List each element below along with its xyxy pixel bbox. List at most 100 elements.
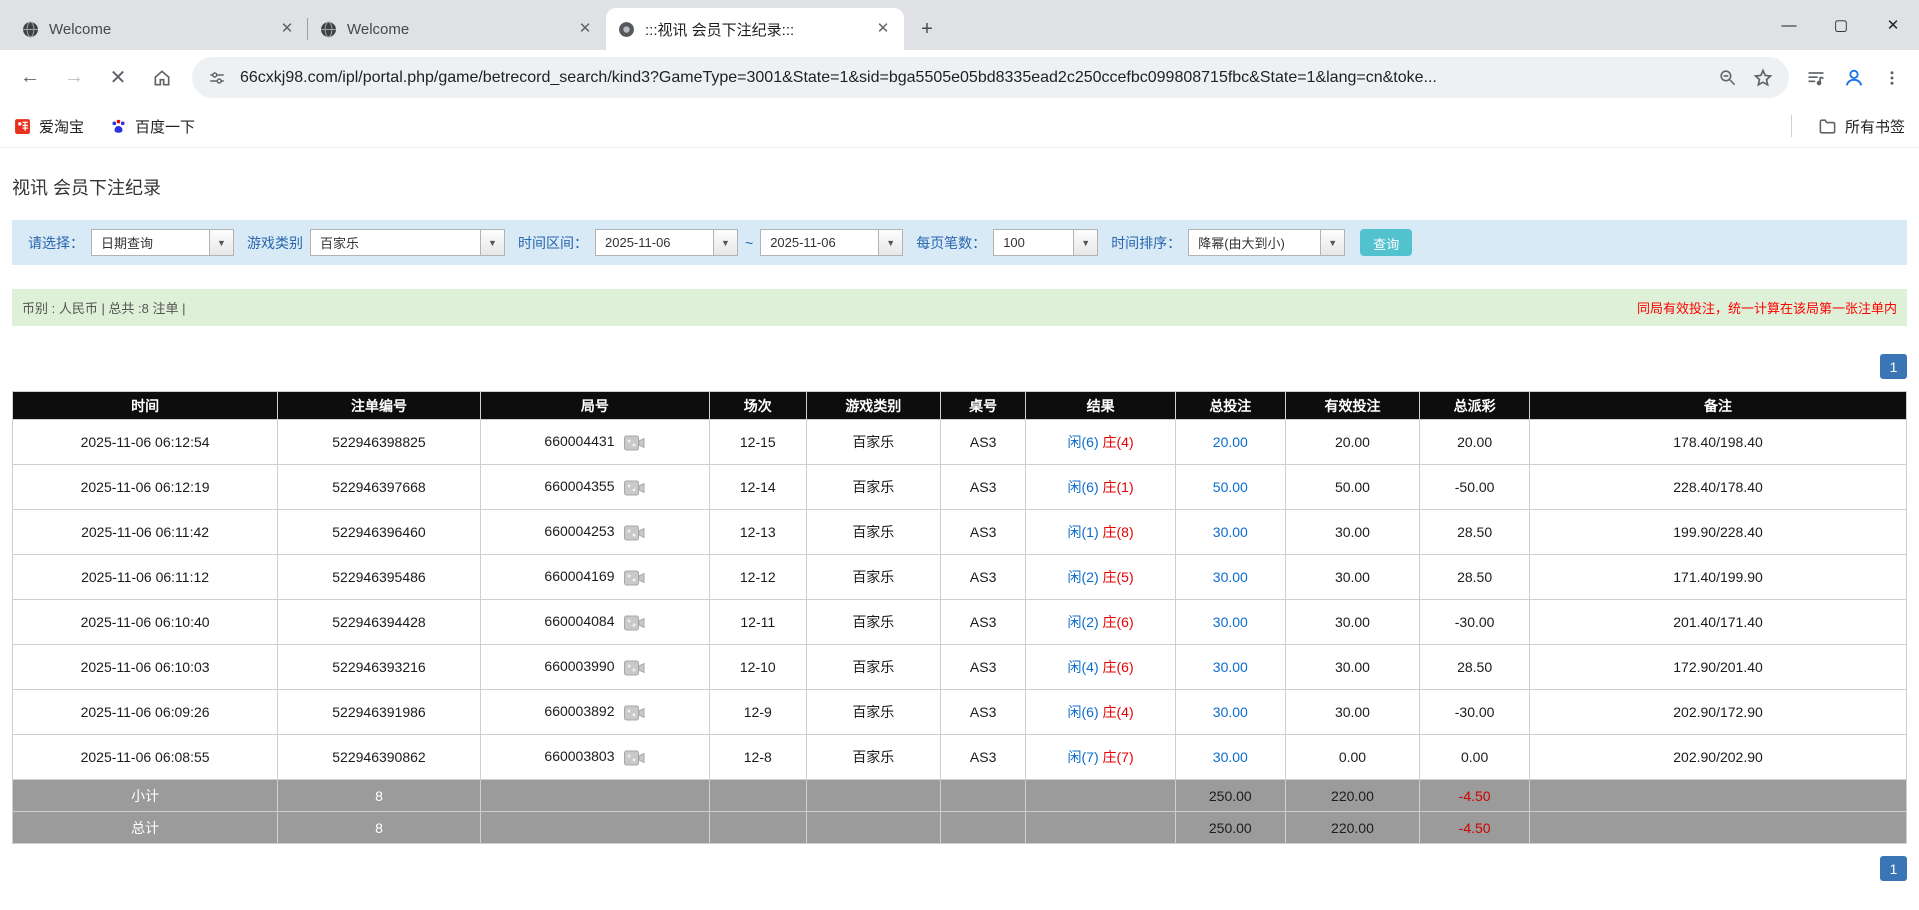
menu-dots-icon[interactable] [1875,61,1909,95]
chevron-down-icon[interactable]: ▼ [480,229,505,256]
zoom-icon[interactable] [1715,66,1739,90]
tab-close-icon[interactable]: ✕ [276,18,298,40]
search-button[interactable]: 查询 [1360,229,1412,256]
forward-icon[interactable]: → [54,58,94,98]
grand-total-total-bet: 250.00 [1175,812,1285,844]
round-number: 660003892 [544,703,614,719]
cell-note: 228.40/178.40 [1530,465,1907,510]
total-bet-link[interactable]: 30.00 [1213,524,1248,540]
address-bar[interactable]: 66cxkj98.com/ipl/portal.php/game/betreco… [192,57,1789,98]
round-number: 660004084 [544,613,614,629]
cell-note: 202.90/202.90 [1530,735,1907,780]
game-type-label: 游戏类别 [247,233,303,253]
page-content: 视讯 会员下注纪录 请选择： 日期查询 ▼ 游戏类别 百家乐 ▼ 时间区间： 2… [0,174,1919,881]
close-button[interactable]: ✕ [1867,0,1919,50]
subtotal-valid-bet: 220.00 [1285,780,1419,812]
filter-bar: 请选择： 日期查询 ▼ 游戏类别 百家乐 ▼ 时间区间： 2025-11-06 … [12,220,1907,265]
total-bet-link[interactable]: 30.00 [1213,569,1248,585]
cell-session: 12-12 [709,555,806,600]
table-row: 2025-11-06 06:12:19 522946397668 6600043… [13,465,1907,510]
bookmark-star-icon[interactable] [1751,66,1775,90]
total-bet-link[interactable]: 30.00 [1213,659,1248,675]
tab-label: :::视讯 会员下注纪录::: [645,19,862,40]
cell-total-bet: 30.00 [1175,690,1285,735]
cell-session: 12-9 [709,690,806,735]
chevron-down-icon[interactable]: ▼ [209,229,234,256]
profile-avatar-icon[interactable] [1837,61,1871,95]
cell-result: 闲(2) 庄(5) [1026,555,1176,600]
cell-valid-bet: 20.00 [1285,420,1419,465]
home-icon[interactable] [142,58,182,98]
cell-round: 660004084 [480,600,709,645]
player-result: 闲(7) [1068,749,1099,765]
round-video-icon[interactable] [624,750,645,766]
site-info-tune-icon[interactable] [206,67,228,89]
date-to-select[interactable]: 2025-11-06 ▼ [760,229,903,256]
total-bet-link[interactable]: 20.00 [1213,434,1248,450]
cell-payout: -50.00 [1420,465,1530,510]
cell-bet-id: 522946393216 [278,645,481,690]
cell-payout: 28.50 [1420,555,1530,600]
cell-session: 12-8 [709,735,806,780]
round-video-icon[interactable] [624,660,645,676]
bookmark-aitaobao[interactable]: 爱淘宝 [14,116,84,137]
page-title: 视讯 会员下注纪录 [12,174,1907,200]
grand-total-count: 8 [278,812,481,844]
chevron-down-icon[interactable]: ▼ [878,229,903,256]
new-tab-button[interactable]: + [912,14,942,44]
total-bet-link[interactable]: 50.00 [1213,479,1248,495]
tab-close-icon[interactable]: ✕ [574,18,596,40]
game-type-select[interactable]: 百家乐 ▼ [310,229,505,256]
all-bookmarks-button[interactable]: 所有书签 [1818,116,1905,137]
banker-result: 庄(6) [1103,614,1134,630]
back-icon[interactable]: ← [10,58,50,98]
table-row: 2025-11-06 06:08:55 522946390862 6600038… [13,735,1907,780]
site-favicon-icon [618,21,635,38]
maximize-button[interactable]: ▢ [1815,0,1867,50]
cell-game-type: 百家乐 [806,465,940,510]
baidu-favicon-icon [110,118,127,135]
total-bet-link[interactable]: 30.00 [1213,749,1248,765]
page-1-button[interactable]: 1 [1880,354,1907,379]
cell-payout: 28.50 [1420,645,1530,690]
tab-welcome-2[interactable]: Welcome ✕ [308,8,606,50]
time-sort-select[interactable]: 降幂(由大到小) ▼ [1188,229,1345,256]
page-1-button[interactable]: 1 [1880,856,1907,881]
url-text[interactable]: 66cxkj98.com/ipl/portal.php/game/betreco… [240,69,1703,87]
stop-reload-icon[interactable]: ✕ [98,58,138,98]
cell-session: 12-10 [709,645,806,690]
round-video-icon[interactable] [624,705,645,721]
per-page-select[interactable]: 100 ▼ [993,229,1098,256]
tab-bet-record[interactable]: :::视讯 会员下注纪录::: ✕ [606,8,904,50]
table-body: 2025-11-06 06:12:54 522946398825 6600044… [13,420,1907,780]
cell-game-type: 百家乐 [806,735,940,780]
cell-payout: -30.00 [1420,690,1530,735]
bookmark-label: 爱淘宝 [39,116,84,137]
bet-record-table: 时间 注单编号 局号 场次 游戏类别 桌号 结果 总投注 有效投注 总派彩 备注… [12,391,1907,844]
cell-round: 660004355 [480,465,709,510]
tab-welcome-1[interactable]: Welcome ✕ [10,8,308,50]
round-video-icon[interactable] [624,435,645,451]
total-bet-link[interactable]: 30.00 [1213,614,1248,630]
tab-close-icon[interactable]: ✕ [872,18,894,40]
cell-table-no: AS3 [941,465,1026,510]
round-video-icon[interactable] [624,525,645,541]
date-from-select[interactable]: 2025-11-06 ▼ [595,229,738,256]
media-controls-icon[interactable] [1799,61,1833,95]
minimize-button[interactable]: — [1763,0,1815,50]
round-video-icon[interactable] [624,615,645,631]
round-video-icon[interactable] [624,570,645,586]
banker-result: 庄(5) [1103,569,1134,585]
round-video-icon[interactable] [624,480,645,496]
chevron-down-icon[interactable]: ▼ [713,229,738,256]
banker-result: 庄(4) [1103,434,1134,450]
subtotal-count: 8 [278,780,481,812]
cell-note: 202.90/172.90 [1530,690,1907,735]
date-range-label: 时间区间： [518,233,588,253]
bookmark-baidu[interactable]: 百度一下 [110,116,195,137]
total-bet-link[interactable]: 30.00 [1213,704,1248,720]
time-sort-label: 时间排序： [1111,233,1181,253]
chevron-down-icon[interactable]: ▼ [1073,229,1098,256]
query-type-select[interactable]: 日期查询 ▼ [91,229,234,256]
chevron-down-icon[interactable]: ▼ [1320,229,1345,256]
